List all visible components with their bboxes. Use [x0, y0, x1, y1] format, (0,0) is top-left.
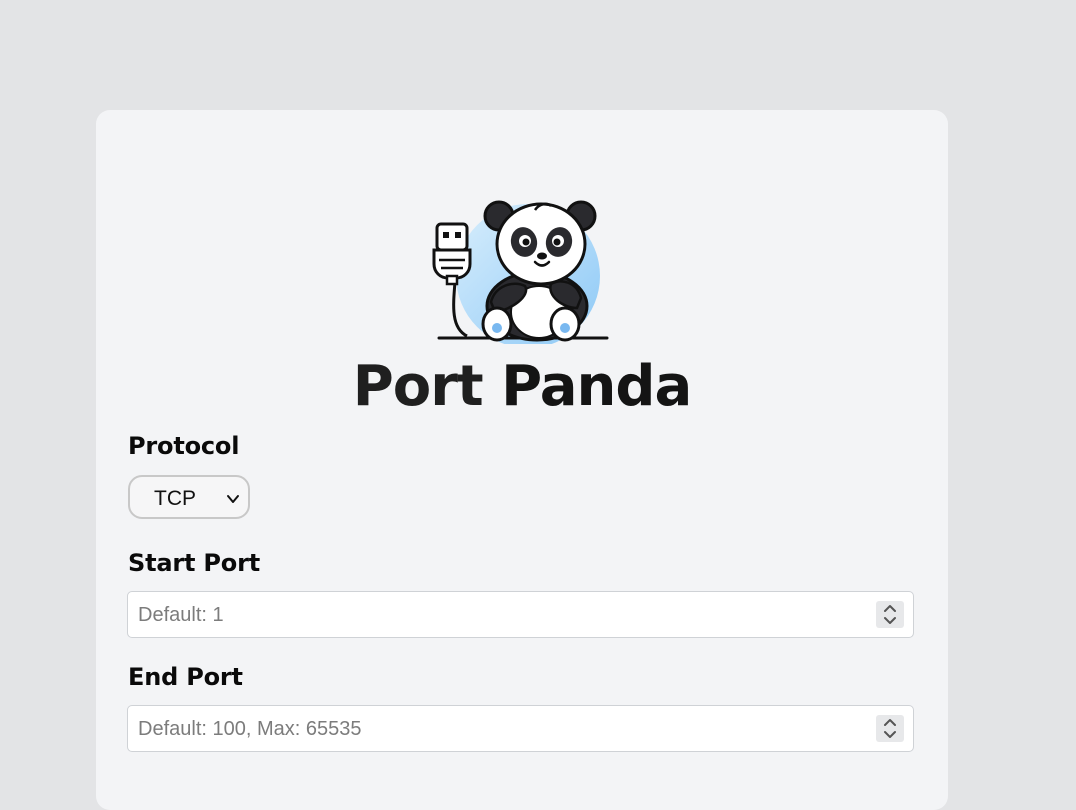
main-card: Port Panda Protocol TCP Start Port Defau…	[96, 110, 948, 810]
protocol-select[interactable]: TCP	[128, 475, 250, 519]
end-port-placeholder: Default: 100, Max: 65535	[138, 718, 362, 740]
protocol-label: Protocol	[128, 432, 240, 460]
start-port-placeholder: Default: 1	[138, 604, 224, 626]
title-word-port: Port	[352, 354, 484, 419]
title-word-panda: Panda	[501, 354, 692, 419]
end-port-input[interactable]: Default: 100, Max: 65535	[127, 705, 914, 752]
panda-logo-icon	[432, 200, 609, 344]
start-port-input[interactable]: Default: 1	[127, 591, 914, 638]
protocol-selected-value: TCP	[154, 487, 196, 510]
chevron-down-icon	[227, 495, 239, 503]
number-spinner-icon[interactable]	[876, 715, 904, 742]
number-spinner-icon[interactable]	[876, 601, 904, 628]
end-port-label: End Port	[128, 663, 243, 691]
start-port-label: Start Port	[128, 549, 261, 577]
page-title: Port Panda	[96, 354, 948, 419]
